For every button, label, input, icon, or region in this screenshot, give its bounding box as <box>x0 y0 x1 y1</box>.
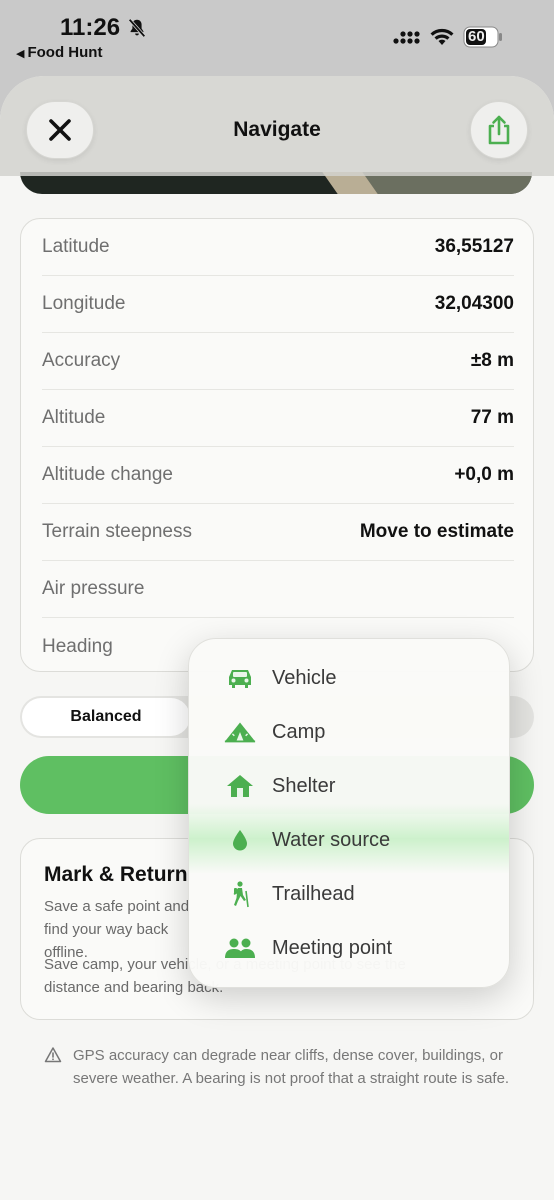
menu-item-label: Trailhead <box>272 882 355 905</box>
info-value: 77 m <box>470 407 514 428</box>
menu-item-meeting-point[interactable]: Meeting point <box>189 921 509 975</box>
menu-item-vehicle[interactable]: Vehicle <box>189 651 509 705</box>
cellular-signal-icon <box>393 31 420 44</box>
menu-item-label: Vehicle <box>272 666 337 689</box>
car-icon <box>223 664 257 692</box>
info-label: Heading <box>42 635 113 657</box>
info-row-accuracy: Accuracy ±8 m <box>42 333 514 390</box>
info-label: Altitude change <box>42 464 173 485</box>
info-value: 32,04300 <box>434 293 514 314</box>
warning-text: GPS accuracy can degrade near cliffs, de… <box>73 1047 510 1087</box>
menu-item-trailhead[interactable]: Trailhead <box>189 867 509 921</box>
info-row-altitude: Altitude 77 m <box>42 390 514 447</box>
segment-balanced[interactable]: Balanced <box>22 698 190 736</box>
info-row-terrain-steepness: Terrain steepness Move to estimate <box>42 504 514 561</box>
info-value: Move to estimate <box>359 521 514 542</box>
battery-indicator: 60 <box>463 26 503 48</box>
info-row-latitude: Latitude 36,55127 <box>42 219 514 276</box>
back-to-app-link[interactable]: ◀ Food Hunt <box>16 44 102 61</box>
info-value: ±8 m <box>470 350 514 371</box>
info-label: Altitude <box>42 407 106 428</box>
bell-muted-icon <box>128 18 146 38</box>
back-triangle-icon: ◀ <box>16 48 25 60</box>
waypoint-type-menu: Vehicle Camp Shelter Water source Trailh… <box>188 638 510 988</box>
back-app-label: Food Hunt <box>27 44 103 61</box>
menu-item-label: Meeting point <box>272 936 393 959</box>
wifi-icon <box>430 28 454 45</box>
people-icon <box>223 934 257 962</box>
menu-item-camp[interactable]: Camp <box>189 705 509 759</box>
status-time: 11:26 <box>60 14 121 41</box>
battery-level: 60 <box>468 28 485 45</box>
info-label: Accuracy <box>42 350 121 371</box>
tent-icon <box>223 718 257 746</box>
status-bar: 11:26 ◀ Food Hunt 60 <box>0 0 554 76</box>
share-icon <box>488 115 510 145</box>
info-label: Latitude <box>42 236 110 257</box>
drop-icon <box>223 826 257 854</box>
share-button[interactable] <box>470 101 528 159</box>
info-label: Terrain steepness <box>42 521 192 542</box>
menu-item-label: Shelter <box>272 774 336 797</box>
info-label: Longitude <box>42 293 126 314</box>
nav-bar: Navigate <box>0 76 554 176</box>
menu-item-label: Camp <box>272 720 326 743</box>
location-info-card: Latitude 36,55127 Longitude 32,04300 Acc… <box>20 218 534 672</box>
menu-item-water-source[interactable]: Water source <box>189 813 509 867</box>
info-label: Air pressure <box>42 578 145 599</box>
info-row-longitude: Longitude 32,04300 <box>42 276 514 333</box>
house-icon <box>223 772 257 800</box>
menu-item-shelter[interactable]: Shelter <box>189 759 509 813</box>
warning-icon <box>44 1047 62 1063</box>
info-row-altitude-change: Altitude change +0,0 m <box>42 447 514 504</box>
info-value: +0,0 m <box>454 464 514 485</box>
info-row-air-pressure: Air pressure <box>42 561 514 618</box>
info-value: 36,55127 <box>434 236 514 257</box>
menu-item-label: Water source <box>272 828 391 851</box>
mark-return-title: Mark & Return <box>44 863 188 886</box>
hiker-icon <box>223 880 257 908</box>
navigate-sheet: Navigate Latitude 36,55127 Longitude 32,… <box>0 76 554 1200</box>
